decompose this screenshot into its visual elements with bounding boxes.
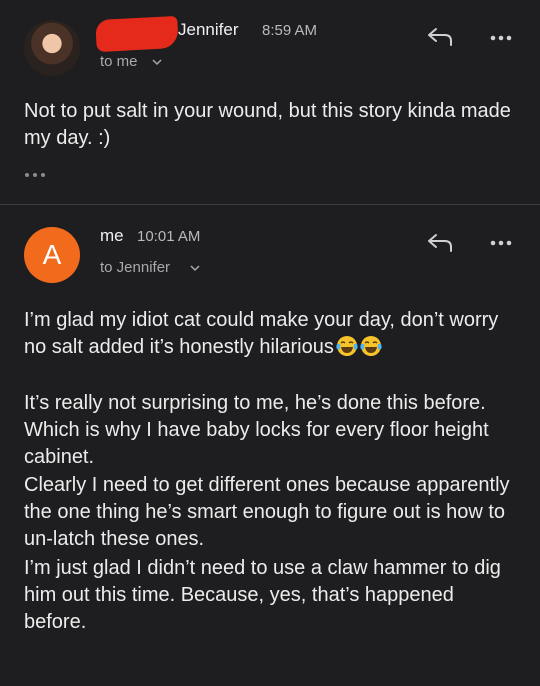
recipient-label: to Jennifer: [100, 259, 171, 276]
message-body-line1: I’m glad my idiot cat could make your da…: [24, 307, 520, 361]
sender-avatar[interactable]: [24, 20, 80, 76]
more-options-icon[interactable]: [488, 28, 516, 48]
chevron-down-icon: [152, 59, 162, 66]
more-options-icon[interactable]: [488, 233, 516, 253]
email-message-1: Jennifer 8:59 AM to me Not to put salt i…: [0, 0, 540, 204]
sender-avatar[interactable]: A: [24, 227, 80, 283]
reply-icon[interactable]: [427, 232, 455, 252]
show-trimmed-content-icon[interactable]: [24, 170, 46, 180]
reply-icon[interactable]: [427, 26, 455, 46]
sender-name: Jennifer: [178, 20, 239, 39]
message-time: 10:01 AM: [137, 228, 201, 245]
message-text: I’m glad my idiot cat could make your da…: [24, 309, 499, 358]
laughing-crying-emoji-icon: [336, 336, 358, 356]
redaction-mark: [95, 15, 179, 53]
sender-name: me: [100, 226, 124, 245]
recipient-toggle[interactable]: to Jennifer: [100, 259, 210, 279]
recipient-label: to me: [100, 53, 138, 70]
message-time: 8:59 AM: [262, 22, 318, 39]
message-paragraph-4: I’m just glad I didn’t need to use a cla…: [24, 557, 501, 633]
chevron-down-icon: [190, 265, 200, 272]
message-paragraph-2: It’s really not surprising to me, he’s d…: [24, 392, 489, 468]
message-body: Not to put salt in your wound, but this …: [24, 100, 511, 149]
laughing-crying-emoji-icon: [360, 336, 382, 356]
message-paragraph-3: Clearly I need to get different ones bec…: [24, 474, 510, 550]
recipient-toggle[interactable]: to me: [100, 53, 170, 73]
